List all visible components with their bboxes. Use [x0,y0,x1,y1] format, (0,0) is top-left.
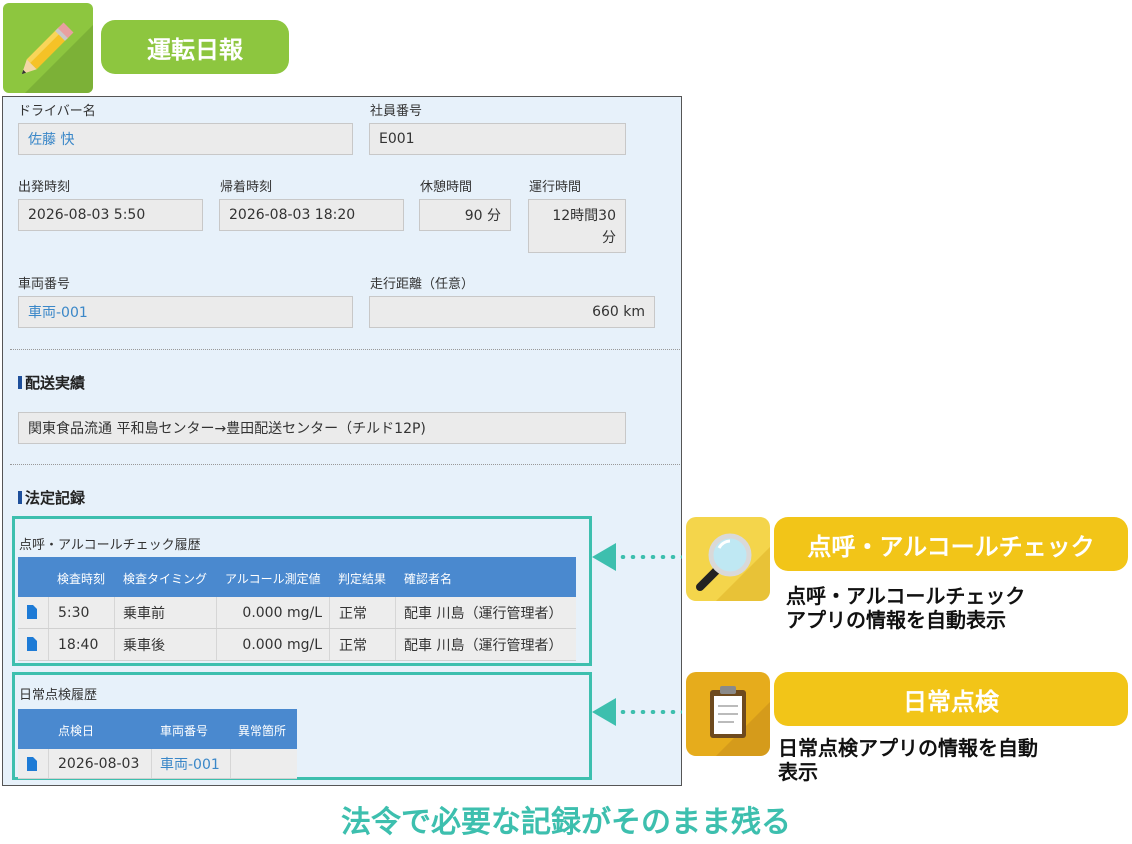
distance-label: 走行距離（任意） [370,277,475,292]
employee-field[interactable]: E001 [369,123,626,155]
column-header: 検査タイミング [123,572,208,586]
dotted-connector [618,555,682,559]
distance-field[interactable]: 660 km [369,296,655,328]
alcohol-table-header: 検査時刻 検査タイミング アルコール測定値 判定結果 確認者名 [18,557,576,597]
vehicle-label: 車両番号 [18,277,71,292]
cell-vehicle[interactable]: 車両-001 [160,749,220,779]
section-marker [18,491,22,504]
app-title: 運転日報 [101,20,289,74]
legal-title-text: 法定記録 [25,489,86,507]
inspection-feature-title: 日常点検 [774,672,1128,726]
divider [10,464,680,465]
clipboard-icon [686,672,770,756]
app-icon [3,3,93,93]
arrow-left-icon [592,543,616,571]
magnifier-icon [686,517,770,601]
legal-section-title: 法定記録 [18,487,85,508]
cell-value: 0.000 mg/L [242,605,322,621]
operation-value: 12時間30 [552,208,616,224]
column-header: 判定結果 [338,572,387,586]
inspection-feature-description: 日常点検アプリの情報を自動 表示 [778,736,1038,784]
alcohol-feature-title: 点呼・アルコールチェック [774,517,1128,571]
document-icon[interactable] [27,637,37,651]
pencil-icon [21,22,93,93]
description-line: 点呼・アルコールチェック [786,584,1026,608]
inspection-table-header: 点検日 車両番号 異常箇所 [18,709,297,749]
document-icon[interactable] [27,757,37,771]
driver-label: ドライバー名 [18,104,96,119]
table-row[interactable]: 5:30 乗車前 0.000 mg/L 正常 配車 川島（運行管理者） [18,597,576,629]
cell-time: 18:40 [58,637,99,653]
footer-caption: 法令で必要な記録がそのまま残る [341,805,791,840]
table-row[interactable]: 18:40 乗車後 0.000 mg/L 正常 配車 川島（運行管理者） [18,629,576,661]
cell-result: 正常 [339,606,367,622]
vehicle-field[interactable]: 車両-001 [18,296,353,328]
column-header: 車両番号 [160,724,209,738]
operation-unit: 分 [602,230,616,246]
alcohol-history-title: 点呼・アルコールチェック履歴 [19,538,201,553]
inspection-history-title: 日常点検履歴 [19,688,98,703]
cell-value: 0.000 mg/L [242,637,322,653]
delivery-section-title: 配送実績 [18,372,85,393]
table-row[interactable]: 2026-08-03 車両-001 [18,749,297,779]
alcohol-feature-description: 点呼・アルコールチェック アプリの情報を自動表示 [786,584,1025,632]
column-header: アルコール測定値 [225,572,321,586]
departure-field[interactable]: 2026-08-03 5:50 [18,199,203,231]
description-line: 表示 [778,760,818,784]
arrow-left-icon [592,698,616,726]
departure-label: 出発時刻 [18,180,71,195]
document-icon[interactable] [27,605,37,619]
delivery-field[interactable]: 関東食品流通 平和島センター→豊田配送センター（チルド12P) [18,412,626,444]
cell-timing: 乗車前 [123,606,165,622]
return-field[interactable]: 2026-08-03 18:20 [219,199,404,231]
employee-label: 社員番号 [370,104,423,119]
cell-checker: 配車 川島（運行管理者） [404,638,563,654]
cell-timing: 乗車後 [123,638,165,654]
description-line: 日常点検アプリの情報を自動 [778,736,1038,760]
column-header: 異常箇所 [238,724,287,738]
break-field[interactable]: 90 分 [419,199,511,231]
delivery-title-text: 配送実績 [25,374,86,392]
return-label: 帰着時刻 [220,180,273,195]
break-label: 休憩時間 [420,180,473,195]
cell-checker: 配車 川島（運行管理者） [404,606,563,622]
operation-label: 運行時間 [529,180,582,195]
cell-date: 2026-08-03 [58,756,140,772]
cell-result: 正常 [339,638,367,654]
section-marker [18,376,22,389]
description-line: アプリの情報を自動表示 [786,608,1006,632]
cell-time: 5:30 [58,605,90,621]
driver-field[interactable]: 佐藤 快 [18,123,353,155]
column-header: 検査時刻 [57,572,106,586]
divider [10,349,680,350]
operation-field[interactable]: 12時間30 分 [528,199,626,253]
column-header: 点検日 [58,724,95,738]
dotted-connector [618,710,682,714]
column-header: 確認者名 [404,572,453,586]
